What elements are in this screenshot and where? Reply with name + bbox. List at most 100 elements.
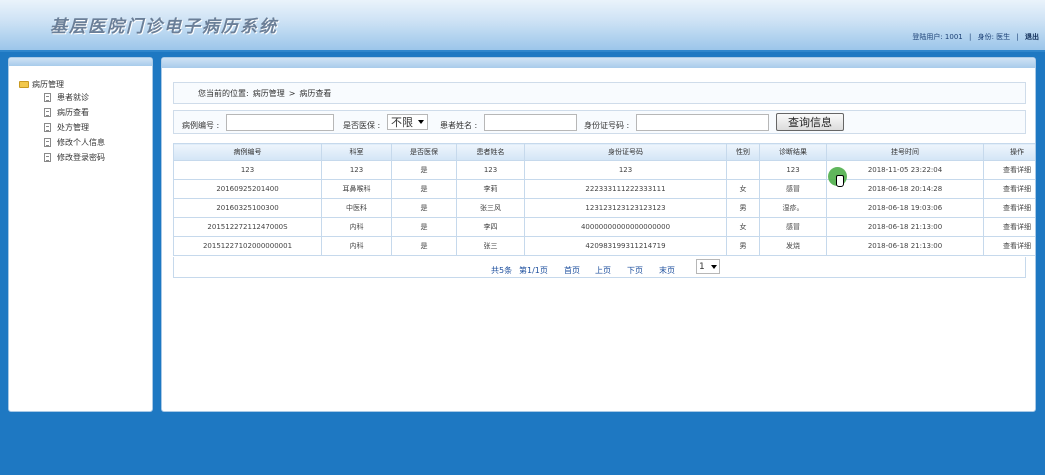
cell-case-no: 20151227211247000S (173, 217, 322, 237)
cell-diagnosis: 湿疹。 (759, 198, 827, 218)
user-bar: 登陆用户: 1001 | 身份: 医生 | 退出 (912, 32, 1039, 42)
separator: | (968, 33, 972, 41)
cell-id-number: 40000000000000000000 (524, 217, 727, 237)
sidebar-item-change-password[interactable]: 修改登录密码 (19, 150, 105, 165)
breadcrumb-prefix: 您当前的位置: (198, 88, 249, 98)
sidebar-item-label: 处方管理 (57, 123, 89, 132)
last-page-link[interactable]: 末页 (659, 265, 675, 276)
sidebar-item-label: 修改登录密码 (57, 153, 105, 162)
id-number-input[interactable] (636, 114, 769, 131)
cell-department: 中医科 (321, 198, 392, 218)
cell-insured: 是 (391, 217, 457, 237)
cell-diagnosis: 感冒 (759, 217, 827, 237)
column-header: 操作 (983, 143, 1035, 161)
page-select[interactable]: 1 (696, 259, 720, 274)
column-header: 是否医保 (391, 143, 457, 161)
pagination-bar: 共5条 第1/1页 首页 上页 下页 末页 1 (173, 257, 1026, 278)
app-title: 基层医院门诊电子病历系统 (50, 17, 278, 37)
cell-patient-name: 张三风 (456, 198, 525, 218)
cell-insured: 是 (391, 198, 457, 218)
table-row: 20160325100300 中医科 是 张三风 123123123123123… (173, 198, 1035, 218)
sidebar-tree: 病历管理 患者就诊 病历查看 处方管理 修改个人信息 修改登录密码 (19, 79, 105, 165)
breadcrumb-level1: 病历管理 (252, 88, 285, 98)
column-header: 诊断结果 (759, 143, 827, 161)
sidebar-item-patient-visit[interactable]: 患者就诊 (19, 90, 105, 105)
sidebar-root-label: 病历管理 (32, 80, 64, 89)
main-header-bar (162, 58, 1035, 68)
cell-insured: 是 (391, 160, 457, 180)
sidebar-header-bar (9, 58, 152, 66)
id-number-label: 身份证号码 : (584, 121, 630, 130)
sidebar-item-edit-profile[interactable]: 修改个人信息 (19, 135, 105, 150)
folder-open-icon (19, 81, 29, 88)
sidebar-item-label: 病历查看 (57, 108, 89, 117)
cell-department: 内科 (321, 217, 392, 237)
next-page-link[interactable]: 下页 (627, 265, 643, 276)
cell-gender: 女 (726, 217, 760, 237)
cell-department: 耳鼻喉科 (321, 179, 392, 199)
patient-name-label: 患者姓名 : (440, 121, 478, 130)
separator: | (1016, 33, 1019, 41)
cell-case-no: 20160925201400 (173, 179, 322, 199)
sidebar: 病历管理 患者就诊 病历查看 处方管理 修改个人信息 修改登录密码 (8, 57, 153, 412)
current-user: 登陆用户: 1001 (912, 33, 963, 41)
column-header: 挂号时间 (826, 143, 984, 161)
sidebar-item-label: 患者就诊 (57, 93, 89, 102)
column-header: 病例编号 (173, 143, 322, 161)
insured-select-value: 不限 (391, 116, 413, 129)
cell-register-time: 2018-06-18 21:13:00 (826, 236, 984, 256)
document-icon (44, 93, 51, 102)
current-role: 身份: 医生 (977, 33, 1011, 41)
cell-id-number: 123 (524, 160, 727, 180)
cell-register-time: 2018-06-18 20:14:28 (826, 179, 984, 199)
prev-page-link[interactable]: 上页 (595, 265, 611, 276)
document-icon (44, 108, 51, 117)
logout-link[interactable]: 退出 (1025, 33, 1039, 41)
insured-label: 是否医保 : (343, 121, 381, 130)
cell-diagnosis: 发烧 (759, 236, 827, 256)
cell-id-number: 420983199311214719 (524, 236, 727, 256)
cell-diagnosis: 123 (759, 160, 827, 180)
page-select-value: 1 (699, 261, 705, 272)
cell-id-number: 123123123123123123 (524, 198, 727, 218)
sidebar-item-view-records[interactable]: 病历查看 (19, 105, 105, 120)
cell-patient-name: 李莉 (456, 179, 525, 199)
hand-cursor-icon (836, 175, 844, 187)
breadcrumb: 您当前的位置: 病历管理 > 病历查看 (173, 82, 1026, 104)
breadcrumb-separator: > (288, 88, 296, 98)
view-detail-link[interactable]: 查看详细 (983, 236, 1035, 256)
cell-case-no: 20160325100300 (173, 198, 322, 218)
cell-insured: 是 (391, 236, 457, 256)
cell-department: 123 (321, 160, 392, 180)
search-bar: 病例编号 : 是否医保 : 不限 患者姓名 : 身份证号码 : 查询信息 (173, 110, 1026, 134)
case-no-input[interactable] (226, 114, 334, 131)
view-detail-link[interactable]: 查看详细 (983, 160, 1035, 180)
view-detail-link[interactable]: 查看详细 (983, 198, 1035, 218)
cell-department: 内科 (321, 236, 392, 256)
patient-name-input[interactable] (484, 114, 577, 131)
cell-gender: 女 (726, 179, 760, 199)
case-no-label: 病例编号 : (182, 121, 220, 130)
table-header-row: 病例编号 科室 是否医保 患者姓名 身份证号码 性别 诊断结果 挂号时间 操作 (173, 143, 1035, 161)
view-detail-link[interactable]: 查看详细 (983, 217, 1035, 237)
first-page-link[interactable]: 首页 (564, 265, 580, 276)
insured-select[interactable]: 不限 (387, 114, 428, 130)
view-detail-link[interactable]: 查看详细 (983, 179, 1035, 199)
chevron-down-icon (711, 264, 717, 269)
cell-case-no: 123 (173, 160, 322, 180)
app-header: 基层医院门诊电子病历系统 登陆用户: 1001 | 身份: 医生 | 退出 (0, 0, 1045, 52)
document-icon (44, 153, 51, 162)
cell-insured: 是 (391, 179, 457, 199)
cell-gender: 男 (726, 236, 760, 256)
cell-patient-name: 李四 (456, 217, 525, 237)
breadcrumb-level2: 病历查看 (299, 88, 332, 98)
column-header: 身份证号码 (524, 143, 727, 161)
sidebar-item-prescriptions[interactable]: 处方管理 (19, 120, 105, 135)
column-header: 患者姓名 (456, 143, 525, 161)
sidebar-root-records[interactable]: 病历管理 (19, 79, 105, 90)
total-count: 共5条 (491, 266, 513, 275)
cell-register-time: 2018-11-05 23:22:04 (826, 160, 984, 180)
query-button[interactable]: 查询信息 (776, 113, 844, 131)
page-indicator: 第1/1页 (519, 266, 548, 275)
table-row: 20151227211247000S 内科 是 李四 4000000000000… (173, 217, 1035, 237)
